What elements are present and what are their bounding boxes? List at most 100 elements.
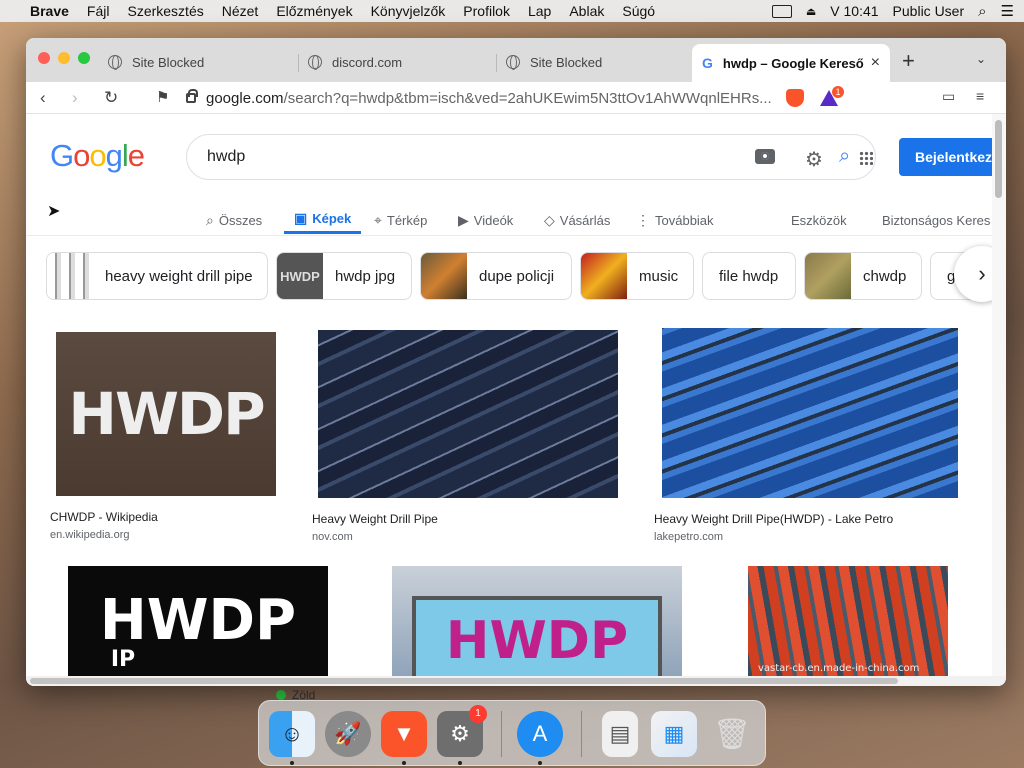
tab-all[interactable]: ⌕ Összes bbox=[206, 206, 262, 234]
settings-gear-icon[interactable]: ⚙ bbox=[805, 147, 823, 172]
minimize-window-icon[interactable] bbox=[58, 52, 70, 64]
back-button[interactable]: ‹ bbox=[40, 88, 46, 108]
display-mirror-icon[interactable] bbox=[771, 4, 792, 18]
result-image[interactable] bbox=[662, 328, 958, 498]
scroll-thumb[interactable] bbox=[30, 678, 898, 684]
horizontal-scrollbar[interactable] bbox=[26, 676, 1006, 686]
globe-icon bbox=[108, 55, 122, 70]
user-name[interactable]: Public User bbox=[893, 3, 965, 19]
system-preferences-icon[interactable]: ⚙ 1 bbox=[437, 705, 487, 757]
toolbar: ‹ › ↻ ⚑ google.com/search?q=hwdp&tbm=isc… bbox=[26, 82, 1006, 114]
tab-site-blocked-1[interactable]: Site Blocked bbox=[98, 46, 298, 78]
menu-icon[interactable]: ≡ bbox=[976, 88, 984, 104]
chip-music[interactable]: music bbox=[580, 252, 694, 300]
new-tab-button[interactable]: + bbox=[902, 48, 915, 74]
chip-hwdp-jpg[interactable]: HWDP hwdp jpg bbox=[276, 252, 412, 300]
trash-icon[interactable]: 🗑 bbox=[709, 711, 755, 757]
menu-profiles[interactable]: Profilok bbox=[463, 3, 510, 19]
result-image[interactable]: HWDP IP bbox=[68, 566, 328, 676]
chip-dupe-policji[interactable]: dupe policji bbox=[420, 252, 572, 300]
tools-button[interactable]: Eszközök bbox=[791, 206, 847, 234]
green-dot-icon bbox=[276, 690, 286, 700]
menu-help[interactable]: Súgó bbox=[622, 3, 655, 19]
vertical-scrollbar[interactable] bbox=[992, 114, 1006, 676]
image-result[interactable]: HWDP bbox=[370, 566, 706, 676]
clock[interactable]: V 10:41 bbox=[830, 3, 878, 19]
bookmark-icon[interactable]: ⚑ bbox=[156, 88, 169, 106]
control-center-icon[interactable]: ☰ bbox=[1001, 2, 1014, 20]
search-query[interactable]: hwdp bbox=[207, 148, 245, 166]
downloads-stack-icon[interactable]: ▦ bbox=[651, 711, 697, 757]
sign-in-button[interactable]: Bejelentkez bbox=[899, 138, 992, 176]
tab-videos[interactable]: ▶ Videók bbox=[458, 206, 513, 234]
tab-shopping[interactable]: ◇ Vásárlás bbox=[544, 206, 610, 234]
search-box[interactable]: hwdp ⚙ ⌕ bbox=[186, 134, 876, 180]
tab-list-chevron-icon[interactable]: ⌄ bbox=[976, 52, 986, 66]
result-source[interactable]: lakepetro.com bbox=[654, 531, 970, 543]
menu-app-name[interactable]: Brave bbox=[30, 3, 69, 19]
menu-window[interactable]: Ablak bbox=[569, 3, 604, 19]
menu-history[interactable]: Előzmények bbox=[276, 3, 352, 19]
result-title[interactable]: Heavy Weight Drill Pipe(HWDP) - Lake Pet… bbox=[654, 512, 970, 526]
menu-tab[interactable]: Lap bbox=[528, 3, 551, 19]
wallet-icon[interactable]: ▭ bbox=[942, 88, 955, 105]
result-image[interactable]: vastar-cb.en.made-in-china.com bbox=[748, 566, 948, 676]
result-image[interactable]: HWDP bbox=[392, 566, 682, 676]
image-result[interactable]: HWDP IP bbox=[56, 566, 348, 676]
menu-edit[interactable]: Szerkesztés bbox=[127, 3, 203, 19]
tag-icon: ◇ bbox=[544, 211, 555, 228]
chip-chwdp[interactable]: chwdp bbox=[804, 252, 922, 300]
safesearch-button[interactable]: Biztonságos Keres bbox=[882, 206, 990, 234]
result-title[interactable]: Heavy Weight Drill Pipe bbox=[312, 512, 632, 526]
tab-more[interactable]: ⋮ Továbbiak bbox=[636, 206, 714, 234]
image-result[interactable]: vastar-cb.en.made-in-china.com bbox=[724, 566, 974, 676]
google-logo[interactable]: Google bbox=[50, 138, 145, 174]
chip-heavy-weight-drill-pipe[interactable]: heavy weight drill pipe bbox=[46, 252, 268, 300]
result-image[interactable]: HWDP bbox=[56, 332, 276, 496]
browser-window: Site Blocked discord.com Site Blocked G … bbox=[26, 38, 1006, 686]
forward-button[interactable]: › bbox=[72, 88, 78, 108]
chip-thumbnail: HWDP bbox=[277, 253, 323, 299]
lock-icon[interactable] bbox=[186, 89, 198, 103]
result-source[interactable]: en.wikipedia.org bbox=[50, 529, 286, 541]
eject-icon[interactable]: ⏏ bbox=[806, 5, 816, 18]
image-icon: ▣ bbox=[294, 210, 308, 226]
zoom-window-icon[interactable] bbox=[78, 52, 90, 64]
app-store-icon[interactable]: A bbox=[517, 711, 563, 757]
result-image[interactable] bbox=[318, 330, 618, 498]
brave-browser-icon[interactable]: ▼ bbox=[381, 711, 427, 757]
menu-file[interactable]: Fájl bbox=[87, 3, 110, 19]
launchpad-icon[interactable]: 🚀 bbox=[325, 711, 371, 757]
reload-button[interactable]: ↻ bbox=[104, 88, 118, 108]
address-bar[interactable]: google.com/search?q=hwdp&tbm=isch&ved=2a… bbox=[186, 84, 776, 112]
tab-google-search[interactable]: G hwdp – Google Kereső × bbox=[692, 44, 890, 82]
tab-site-blocked-2[interactable]: Site Blocked bbox=[496, 46, 692, 78]
apps-grid-icon[interactable] bbox=[859, 151, 873, 165]
tab-maps[interactable]: ⌖ Térkép bbox=[374, 206, 427, 234]
menu-view[interactable]: Nézet bbox=[222, 3, 259, 19]
search-icon[interactable]: ⌕ bbox=[839, 145, 850, 168]
image-result[interactable]: HWDP CHWDP - Wikipedia en.wikipedia.org bbox=[46, 324, 286, 541]
image-result[interactable]: Heavy Weight Drill Pipe nov.com bbox=[308, 324, 632, 543]
result-title[interactable]: CHWDP - Wikipedia bbox=[50, 510, 286, 524]
image-result[interactable]: Heavy Weight Drill Pipe(HWDP) - Lake Pet… bbox=[650, 324, 970, 543]
chip-file-hwdp[interactable]: file hwdp bbox=[702, 252, 796, 300]
brave-shields-icon[interactable] bbox=[786, 89, 804, 107]
close-tab-icon[interactable]: × bbox=[871, 54, 880, 72]
scroll-thumb[interactable] bbox=[995, 120, 1002, 198]
finder-icon[interactable]: ☺ bbox=[269, 711, 315, 757]
globe-icon bbox=[308, 55, 322, 70]
close-window-icon[interactable] bbox=[38, 52, 50, 64]
result-source[interactable]: nov.com bbox=[312, 531, 632, 543]
menu-bookmarks[interactable]: Könyvjelzők bbox=[371, 3, 446, 19]
camera-search-icon[interactable] bbox=[755, 149, 775, 164]
document-icon[interactable]: ▤ bbox=[602, 711, 638, 757]
tab-images[interactable]: ▣ Képek bbox=[284, 206, 362, 234]
spotlight-search-icon[interactable]: ⌕ bbox=[978, 3, 986, 20]
rewards-badge: 1 bbox=[832, 86, 844, 98]
url-path: /search?q=hwdp&tbm=isch&ved=2ahUKEwim5N3… bbox=[283, 89, 772, 107]
menu-bar: Brave Fájl Szerkesztés Nézet Előzmények … bbox=[0, 0, 1024, 22]
chip-thumbnail bbox=[581, 253, 627, 299]
tab-discord[interactable]: discord.com bbox=[298, 46, 496, 78]
chip-thumbnail bbox=[47, 253, 93, 299]
